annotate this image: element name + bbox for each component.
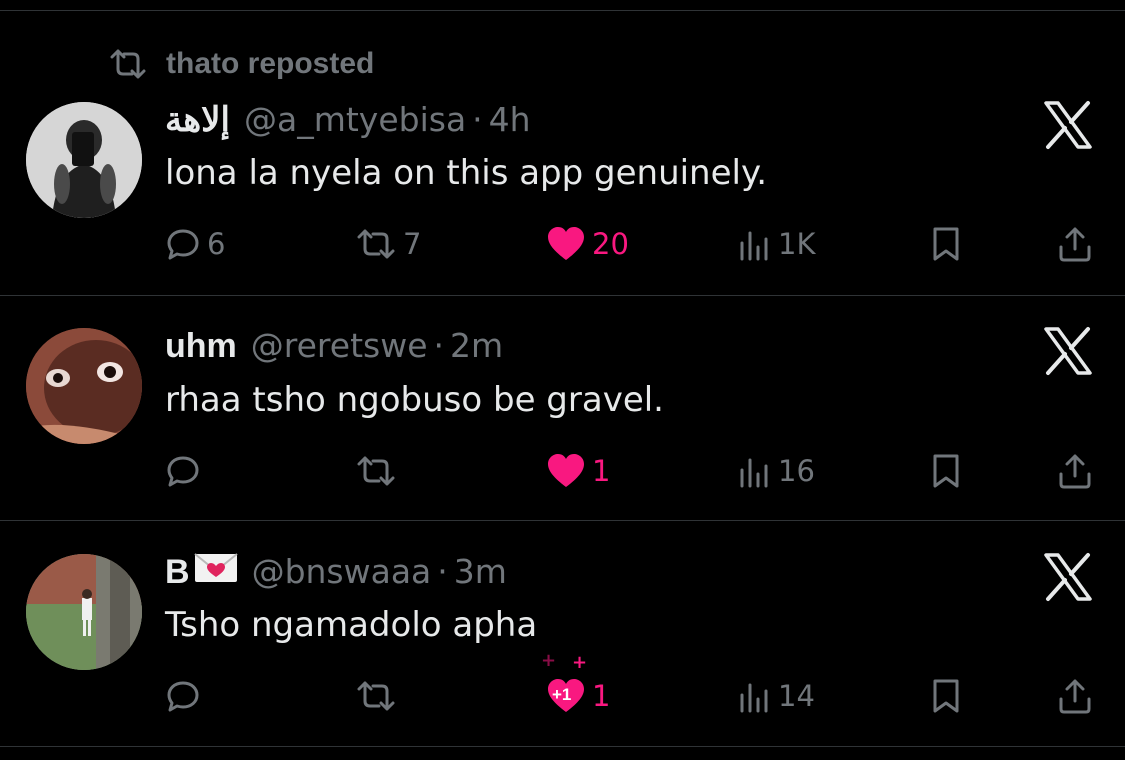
like-particle: + xyxy=(541,650,557,671)
tweet-divider xyxy=(0,295,1125,296)
repost-context[interactable]: thato reposted xyxy=(108,44,374,84)
repost-count: 7 xyxy=(403,227,422,261)
repost-button[interactable] xyxy=(355,446,403,496)
reply-icon xyxy=(167,681,199,712)
share-icon xyxy=(1059,227,1091,262)
display-name[interactable]: uhm xyxy=(165,327,237,366)
like-particle: + xyxy=(572,652,588,673)
display-name[interactable]: B xyxy=(165,553,190,592)
tweet-actions: 6 7 20 1K xyxy=(0,219,1125,269)
views-button[interactable]: 16 xyxy=(738,446,815,496)
tweet-actions: 1 16 xyxy=(0,446,1125,496)
tweet-divider xyxy=(0,520,1125,521)
heart-icon xyxy=(548,454,584,487)
view-count: 14 xyxy=(778,679,815,713)
reply-count: 6 xyxy=(207,227,226,261)
like-button[interactable]: +1 1 xyxy=(546,671,610,721)
bookmark-button[interactable] xyxy=(930,219,962,269)
timestamp[interactable]: 3m xyxy=(454,552,507,591)
heart-badge-wrapper: +1 xyxy=(546,678,586,714)
repost-icon xyxy=(357,681,395,711)
views-icon xyxy=(740,231,768,261)
reply-icon xyxy=(167,456,199,487)
like-count: 1 xyxy=(592,454,611,488)
like-count: 20 xyxy=(592,227,629,261)
tweet-divider xyxy=(0,746,1125,747)
repost-icon xyxy=(110,49,146,79)
separator-dot: · xyxy=(437,552,448,591)
views-icon xyxy=(740,458,768,488)
share-button[interactable] xyxy=(1057,219,1093,269)
share-icon xyxy=(1059,454,1091,489)
timestamp[interactable]: 4h xyxy=(489,100,531,139)
view-count: 16 xyxy=(778,454,815,488)
avatar[interactable] xyxy=(26,554,142,670)
like-count: 1 xyxy=(592,679,611,713)
tweet-text: rhaa tsho ngobuso be gravel. xyxy=(165,380,664,420)
bookmark-button[interactable] xyxy=(930,446,962,496)
repost-icon xyxy=(357,456,395,486)
user-handle[interactable]: @a_mtyebisa xyxy=(244,100,466,139)
bookmark-icon xyxy=(933,454,959,488)
share-button[interactable] xyxy=(1057,671,1093,721)
envelope-heart-icon xyxy=(193,553,238,582)
repost-label: thato reposted xyxy=(166,47,375,80)
reply-icon xyxy=(167,229,199,260)
display-name[interactable]: إلاهة xyxy=(165,100,230,140)
bookmark-icon xyxy=(933,679,959,713)
tweet-header: uhm @reretswe · 2m xyxy=(165,326,503,366)
repost-button[interactable] xyxy=(355,671,403,721)
x-logo-icon xyxy=(1044,553,1092,601)
top-divider xyxy=(0,10,1125,11)
tweet-text: lona la nyela on this app genuinely. xyxy=(165,153,768,193)
like-button[interactable]: 20 xyxy=(546,219,629,269)
avatar[interactable] xyxy=(26,102,142,218)
heart-icon xyxy=(548,227,584,260)
like-button[interactable]: 1 xyxy=(546,446,610,496)
tweet-actions: +1 1 14 xyxy=(0,671,1125,721)
view-count: 1K xyxy=(778,227,816,261)
x-logo-icon xyxy=(1044,327,1092,375)
views-button[interactable]: 14 xyxy=(738,671,815,721)
reply-button[interactable] xyxy=(165,671,207,721)
repost-icon xyxy=(357,229,395,259)
timestamp[interactable]: 2m xyxy=(450,326,503,365)
x-logo-icon xyxy=(1044,101,1092,149)
repost-button[interactable]: 7 xyxy=(355,219,421,269)
reply-button[interactable] xyxy=(165,446,207,496)
views-button[interactable]: 1K xyxy=(738,219,815,269)
bookmark-button[interactable] xyxy=(930,671,962,721)
user-handle[interactable]: @bnswaaa xyxy=(252,552,432,591)
like-plus-badge: +1 xyxy=(552,685,572,704)
share-button[interactable] xyxy=(1057,446,1093,496)
tweet-header: إلاهة @a_mtyebisa · 4h xyxy=(165,100,531,140)
user-handle[interactable]: @reretswe xyxy=(251,326,428,365)
tweet-header: B @bnswaaa · 3m xyxy=(165,552,507,592)
reply-button[interactable]: 6 xyxy=(165,219,225,269)
tweet-text: Tsho ngamadolo apha xyxy=(165,605,538,645)
separator-dot: · xyxy=(433,326,445,365)
separator-dot: · xyxy=(472,100,483,139)
share-icon xyxy=(1059,679,1091,714)
views-icon xyxy=(740,683,768,713)
bookmark-icon xyxy=(933,227,959,261)
avatar[interactable] xyxy=(26,328,142,444)
